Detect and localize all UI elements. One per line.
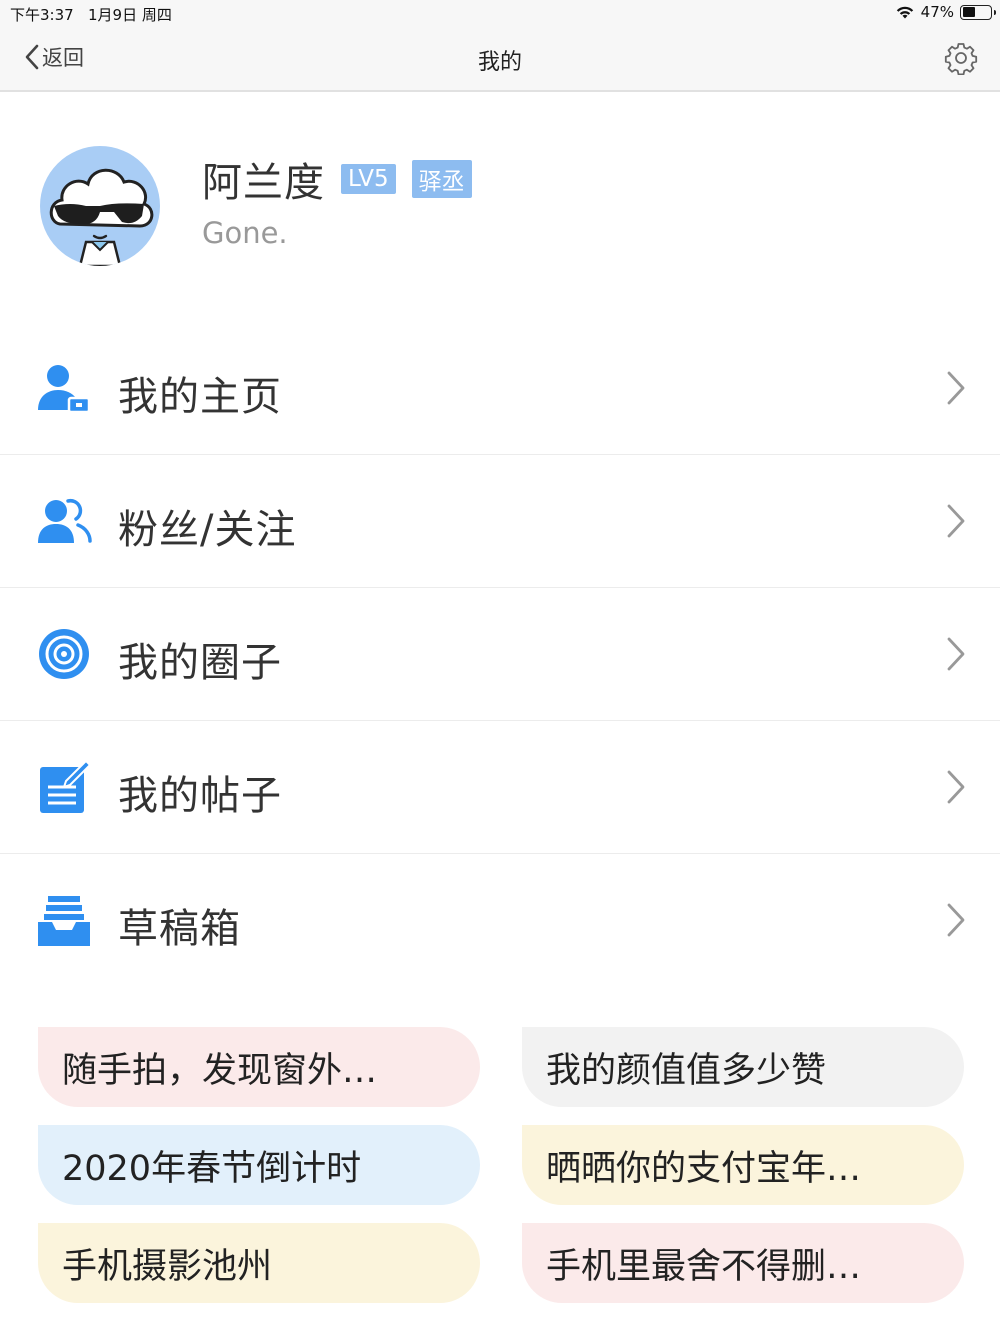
status-date: 1月9日 周四 [88,6,172,24]
edit-doc-icon [40,759,92,813]
menu-label: 草稿箱 [118,906,241,952]
topic-tag[interactable]: 手机里最舍不得删… [522,1223,964,1303]
menu-item-my-posts[interactable]: 我的帖子 [0,721,1000,854]
chevron-right-icon [947,637,965,671]
status-time: 下午3:37 [10,6,74,24]
page-title: 我的 [477,50,522,75]
topic-tag[interactable]: 手机摄影池州 [38,1223,480,1303]
avatar[interactable] [40,146,160,266]
gear-icon[interactable] [944,41,978,75]
menu-item-my-circles[interactable]: 我的圈子 [0,588,1000,721]
topic-tags: 随手拍，发现窗外… 我的颜值值多少赞 2020年春节倒计时 晒晒你的支付宝年… … [38,1027,964,1303]
battery-percent: 47% [920,3,954,21]
circle-target-icon [39,629,89,679]
menu-label: 我的主页 [118,374,282,420]
menu-item-homepage[interactable]: 我的主页 [0,322,1000,455]
menu-list: 我的主页 粉丝/关注 我的圈子 我的帖子 草稿箱 [0,322,1000,987]
name-row: 阿兰度 LV5 驿丞 [202,150,472,208]
topic-tag[interactable]: 晒晒你的支付宝年… [522,1125,964,1205]
cloud-sunglasses-avatar-icon [49,168,154,266]
level-badge: LV5 [341,164,396,194]
title-badge: 驿丞 [411,160,472,198]
status-right: 47% [895,3,996,21]
menu-label: 粉丝/关注 [118,507,297,553]
chevron-right-icon [947,770,965,804]
topic-tag[interactable]: 我的颜值值多少赞 [522,1027,964,1107]
chevron-right-icon [947,903,965,937]
user-name: 阿兰度 [202,160,325,206]
inbox-tray-icon [38,896,90,946]
nav-bar: 返回 我的 [0,28,1000,92]
chevron-right-icon [947,371,965,405]
two-persons-icon [38,498,92,543]
status-bar: 下午3:37 1月9日 周四 47% [0,0,1000,28]
wifi-icon [896,6,913,19]
profile-header[interactable]: 阿兰度 LV5 驿丞 Gone. [0,92,1000,322]
menu-item-fans-follow[interactable]: 粉丝/关注 [0,455,1000,588]
menu-item-drafts[interactable]: 草稿箱 [0,854,1000,987]
menu-label: 我的帖子 [118,773,282,819]
person-card-icon [38,365,91,414]
battery-icon [960,4,996,20]
topic-tag[interactable]: 2020年春节倒计时 [38,1125,480,1205]
topic-tag[interactable]: 随手拍，发现窗外… [38,1027,480,1107]
menu-label: 我的圈子 [118,640,282,686]
user-signature: Gone. [202,216,288,250]
chevron-right-icon [947,504,965,538]
